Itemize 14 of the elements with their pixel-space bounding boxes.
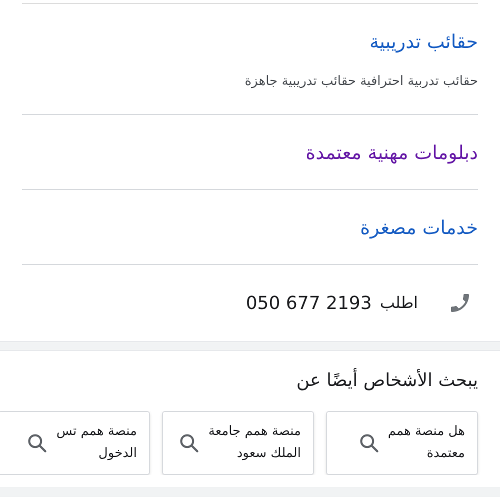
phone-icon (448, 291, 472, 315)
related-search-chip[interactable]: هل منصة همم معتمدة (326, 411, 478, 475)
related-search-chip[interactable]: منصة همم تس الدخول (0, 411, 150, 475)
related-search-chip[interactable]: منصة همم جامعة الملك سعود (162, 411, 314, 475)
sitelink-title[interactable]: دبلومات مهنية معتمدة (22, 139, 478, 167)
sitelink-title[interactable]: حقائب تدريبية (22, 28, 478, 56)
phone-number[interactable]: 050 677 2193 (246, 290, 372, 316)
search-icon (358, 432, 380, 454)
call-label: اطلب (380, 292, 418, 314)
search-icon (26, 432, 48, 454)
search-icon (178, 432, 200, 454)
sitelink-description: حقائب تدربية احترافية حقائب تدريبية جاهزة (244, 73, 478, 91)
sitelink-title[interactable]: خدمات مصغرة (22, 214, 478, 242)
section-heading: يبحث الأشخاص أيضًا عن (295, 367, 479, 393)
